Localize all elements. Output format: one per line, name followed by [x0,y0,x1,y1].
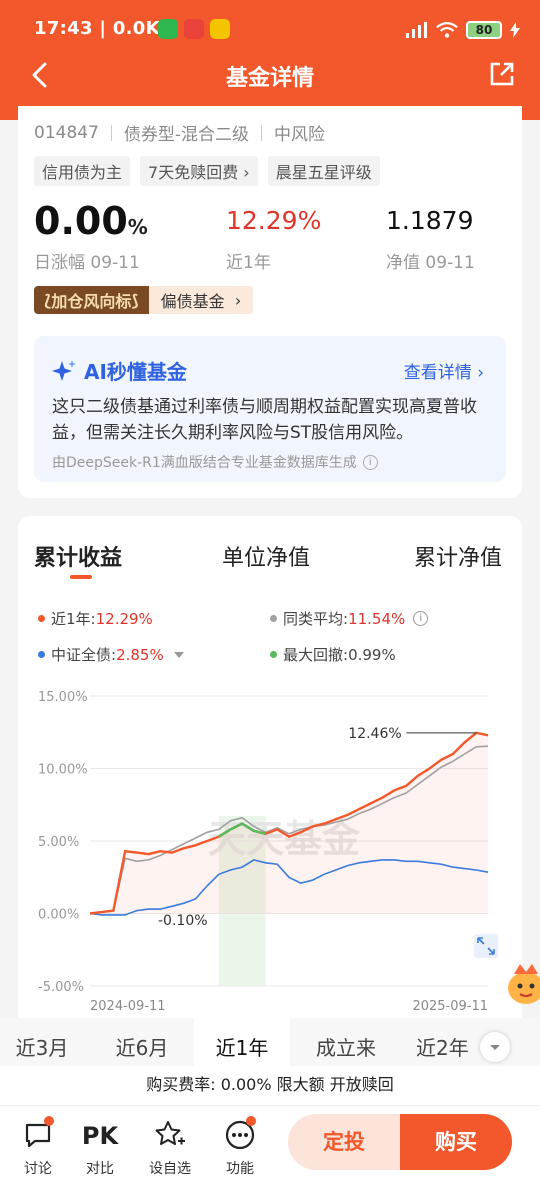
nav-value: 1.1879 [386,206,474,235]
chat-bubble-icon [10,1116,66,1152]
return-line-chart[interactable]: 15.00%10.00%5.00%0.00%-5.00%天天基金12.46%-0… [18,676,522,1016]
functions-button[interactable]: 功能 [212,1116,268,1178]
legend-fund: 近1年: 12.29% [38,608,153,629]
fund-risk: 中风险 [274,125,326,145]
more-periods-button[interactable] [480,1032,510,1062]
daily-change-metric: 0.00% 日涨幅 09-11 [34,198,148,273]
navigation-bar: 基金详情 [0,52,540,98]
compare-button[interactable]: PK 对比 [72,1116,128,1178]
y-tick-label: 0.00% [38,908,79,923]
tag-redemption-fee[interactable]: 7天免赎回费 › [140,156,258,186]
more-dots-icon [212,1116,268,1152]
tab-unit-nav[interactable]: 单位净值 [222,540,310,572]
active-tab-indicator [70,575,92,579]
tag-morningstar: 晨星五星评级 [267,156,380,186]
mascot-icon[interactable] [506,960,540,1006]
fund-meta: 014847 债券型-混合二级 中风险 [34,120,326,146]
nav-metric: 1.1879 净值 09-11 [386,198,475,273]
daily-change-value: 0.00 [34,199,128,243]
legend-peer-average: 同类平均: 11.54% i [270,608,429,629]
x-start-label: 2024-09-11 [90,999,166,1014]
buy-button[interactable]: 购买 [400,1114,512,1170]
tag-credit-bond: 信用债为主 [34,156,131,186]
bottom-action-bar: 讨论 PK 对比 设自选 功能 定投 购买 [0,1106,540,1200]
ai-title: AI秒懂基金 [52,356,187,385]
tab-accumulated-nav[interactable]: 累计净值 [414,540,502,572]
wechat-icon [158,19,178,39]
add-watchlist-button[interactable]: 设自选 [142,1116,198,1178]
y-tick-label: 5.00% [38,835,79,850]
status-bar: 17:43 | 0.0K/s 80 [0,0,540,60]
legend-max-drawdown: 最大回撤: 0.99% [270,644,396,665]
year-return-metric: 12.29% 近1年 [226,198,321,273]
x-end-label: 2025-09-11 [412,999,488,1014]
fund-info-card: 014847 债券型-混合二级 中风险 信用债为主 7天免赎回费 › 晨星五星评… [18,106,522,336]
ai-summary-card: AI秒懂基金 查看详情 › 这只二级债基通过利率债与顺周期权益配置实现高夏普收益… [18,326,522,498]
daily-change-unit: % [127,215,148,239]
discuss-button[interactable]: 讨论 [10,1116,66,1178]
legend-index[interactable]: 中证全债: 2.85% [38,644,184,665]
signal-icon [406,22,427,38]
info-icon[interactable]: i [413,611,429,626]
y-tick-label: 15.00% [38,690,88,705]
dropdown-arrow-icon[interactable] [173,651,184,658]
tab-cumulative-return[interactable]: 累计收益 [34,540,122,572]
battery-icon: 80 [466,21,502,39]
min-annotation: -0.10% [158,913,208,929]
expand-icon[interactable] [474,934,498,958]
daily-change-label: 日涨幅 09-11 [34,253,140,273]
wifi-icon [436,22,458,38]
status-time: 17:43 | 0.0K/s [34,18,178,39]
info-icon[interactable]: i [362,454,378,470]
year-return-label: 近1年 [226,253,271,273]
page-title: 基金详情 [225,66,314,91]
fund-category: 偏债基金 › [148,286,254,314]
sparkle-icon [52,359,76,381]
nav-label: 净值 09-11 [386,253,475,273]
fixed-investment-button[interactable]: 定投 [288,1114,400,1170]
max-annotation: 12.46% [348,726,401,742]
ai-summary-box: AI秒懂基金 查看详情 › 这只二级债基通过利率债与顺周期权益配置实现高夏普收益… [34,336,506,482]
wind-vane-badge[interactable]: ⟅ 加仓风向标 ⟆ 偏债基金 › [34,286,254,314]
app-notification-icon-2 [210,19,230,39]
fund-code: 014847 [34,122,99,143]
purchase-fee-info: 购买费率: 0.00% 限大额 开放赎回 [0,1066,540,1106]
star-plus-icon [142,1116,198,1152]
fund-type: 债券型-混合二级 [123,125,250,145]
year-return-value: 12.29% [226,206,322,235]
charging-icon [510,22,520,38]
status-indicators: 80 [406,16,520,44]
performance-chart-card: 累计收益 单位净值 累计净值 近1年: 12.29% 同类平均: 11.54% i 中… [18,516,522,1076]
ai-summary-text: 这只二级债基通过利率债与顺周期权益配置实现高夏普收益，但需关注长久期利率风险与S… [52,397,477,443]
share-icon[interactable] [488,60,516,88]
chevron-down-icon [490,1045,500,1050]
wind-vane-label: ⟅ 加仓风向标 ⟆ [34,286,149,314]
app-notification-icon [184,19,204,39]
y-tick-label: 10.00% [38,763,88,778]
pk-icon: PK [81,1122,119,1150]
ai-view-details-link[interactable]: 查看详情 › [404,358,484,383]
fund-tags: 信用债为主 7天免赎回费 › 晨星五星评级 [34,156,380,186]
ai-source-note: 由DeepSeek-R1满血版结合专业基金数据库生成 i [52,452,378,472]
y-tick-label: -5.00% [38,980,84,995]
